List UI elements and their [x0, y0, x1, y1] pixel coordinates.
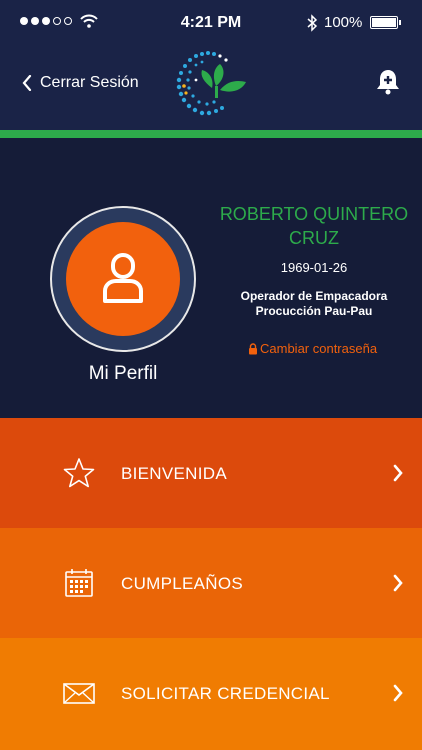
bell-plus-icon[interactable]: [374, 68, 402, 96]
user-name: ROBERTO QUINTERO CRUZ: [219, 204, 409, 248]
job-title: Operador de Empacadora Procucción Pau-Pa…: [214, 289, 414, 319]
user-icon: [103, 253, 143, 303]
chevron-right-icon: [393, 574, 403, 592]
envelope-icon: [63, 683, 95, 704]
menu-item-bienvenida[interactable]: BIENVENIDA: [0, 418, 422, 528]
battery-icon: [370, 16, 401, 29]
chevron-left-icon: [22, 75, 32, 91]
status-bar: 4:21 PM 100%: [0, 0, 422, 44]
bluetooth-icon: [307, 14, 318, 32]
birth-date: 1969-01-26: [280, 260, 348, 275]
lock-icon: [249, 342, 257, 354]
profile-section: Mi Perfil ROBERTO QUINTERO CRUZ 1969-01-…: [0, 138, 422, 418]
menu-item-label: BIENVENIDA: [121, 464, 227, 483]
avatar[interactable]: [50, 206, 196, 352]
star-icon: [63, 458, 95, 488]
menu-item-solicitar-credencial[interactable]: SOLICITAR CREDENCIAL: [0, 638, 422, 750]
navigation-bar: Cerrar Sesión: [0, 44, 422, 130]
chevron-right-icon: [393, 464, 403, 482]
job-line-1: Operador de Empacadora: [240, 289, 388, 303]
job-line-2: Procucción Pau-Pau: [255, 304, 373, 318]
chevron-right-icon: [393, 684, 403, 702]
change-password-link[interactable]: Cambiar contraseña: [248, 341, 377, 356]
logout-button[interactable]: Cerrar Sesión: [22, 74, 139, 92]
menu-item-cumpleanos[interactable]: CUMPLEAÑOS: [0, 528, 422, 638]
logout-label: Cerrar Sesión: [40, 74, 139, 91]
header-divider: [0, 130, 422, 138]
calendar-icon: [65, 569, 93, 597]
profile-label[interactable]: Mi Perfil: [50, 363, 196, 385]
battery-percent: 100%: [324, 14, 363, 31]
change-password-label: Cambiar contraseña: [260, 341, 378, 356]
logo-icon: [176, 51, 246, 116]
menu-item-label: CUMPLEAÑOS: [121, 574, 244, 593]
menu-item-label: SOLICITAR CREDENCIAL: [121, 684, 330, 703]
